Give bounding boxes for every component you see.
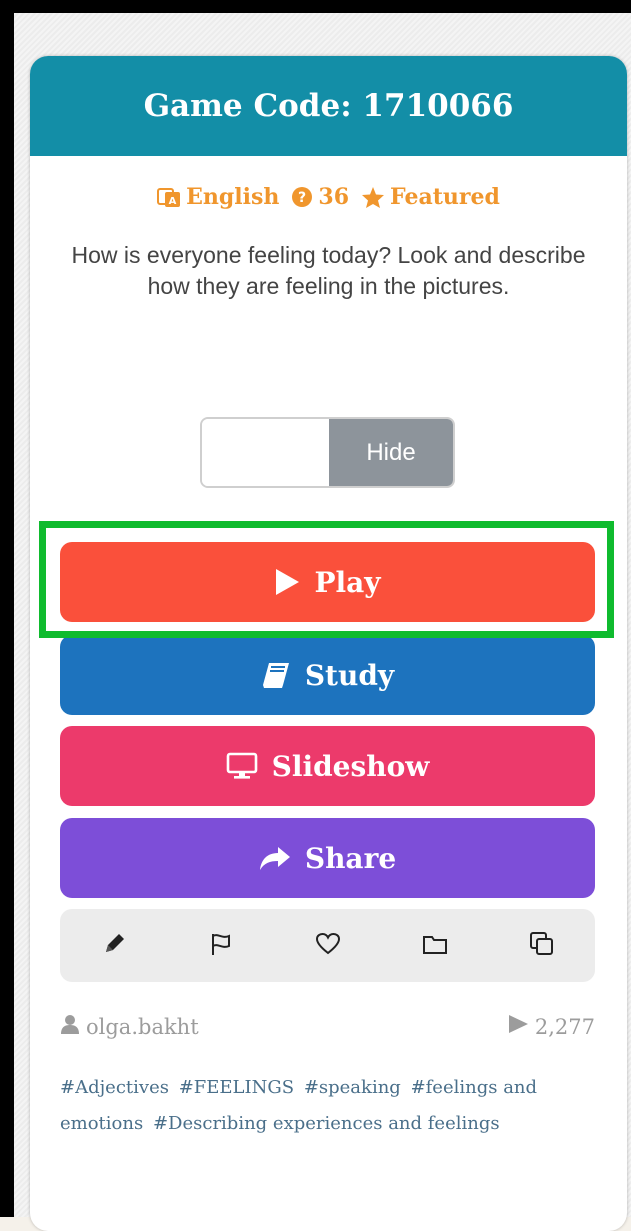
flag-icon <box>209 932 233 960</box>
game-footer: olga.bakht 2,277 <box>60 1013 595 1040</box>
pencil-icon <box>102 932 126 960</box>
game-code-header: Game Code: 1710066 <box>30 56 627 156</box>
author-name: olga.bakht <box>86 1014 199 1039</box>
question-circle-icon: ? <box>291 186 313 208</box>
slideshow-button[interactable]: Slideshow <box>60 726 595 806</box>
tag-list: #Adjectives #FEELINGS #speaking #feeling… <box>60 1070 570 1142</box>
favorite-button[interactable] <box>298 916 358 976</box>
svg-text:A: A <box>169 196 177 207</box>
folder-icon <box>422 933 448 959</box>
language-icon: A <box>157 186 181 208</box>
svg-text:?: ? <box>298 190 306 206</box>
slideshow-label: Slideshow <box>271 749 430 783</box>
game-code-title: Game Code: 1710066 <box>143 88 514 124</box>
play-count-value: 2,277 <box>534 1014 595 1039</box>
language-badge: A English <box>157 184 279 210</box>
toggle-hide-side[interactable]: Hide <box>329 419 453 486</box>
author-link[interactable]: olga.bakht <box>60 1014 199 1039</box>
play-count: 2,277 <box>507 1013 595 1040</box>
toggle-off-side[interactable] <box>202 419 329 486</box>
add-to-folder-button[interactable] <box>405 916 465 976</box>
game-card: Game Code: 1710066 A English ? 36 Featur… <box>30 56 627 1231</box>
copy-icon <box>529 931 555 961</box>
monitor-icon <box>226 752 258 780</box>
tag-link[interactable]: #FEELINGS <box>179 1077 294 1098</box>
tag-link[interactable]: #Adjectives <box>60 1077 169 1098</box>
star-icon <box>361 186 385 209</box>
play-button[interactable]: Play <box>60 542 595 622</box>
tag-link[interactable]: #Describing experiences and feelings <box>153 1113 500 1134</box>
hide-label: Hide <box>366 438 416 466</box>
book-icon <box>261 661 291 689</box>
action-toolbar <box>60 909 595 982</box>
language-label: English <box>186 184 280 210</box>
featured-badge: Featured <box>361 184 500 210</box>
featured-label: Featured <box>390 184 500 210</box>
copy-button[interactable] <box>512 916 572 976</box>
share-button[interactable]: Share <box>60 818 595 898</box>
share-icon <box>259 845 291 871</box>
share-label: Share <box>304 841 397 875</box>
study-button[interactable]: Study <box>60 635 595 715</box>
tag-link[interactable]: #speaking <box>304 1077 401 1098</box>
hide-toggle[interactable]: Hide <box>200 417 455 488</box>
report-button[interactable] <box>191 916 251 976</box>
game-description: How is everyone feeling today? Look and … <box>71 242 586 299</box>
study-label: Study <box>304 658 395 692</box>
user-icon <box>60 1014 80 1039</box>
play-label: Play <box>314 565 381 599</box>
edit-button[interactable] <box>84 916 144 976</box>
heart-icon <box>315 932 341 960</box>
plays-icon <box>507 1013 529 1040</box>
question-count: 36 <box>318 184 350 210</box>
question-count-badge: ? 36 <box>291 184 349 210</box>
play-icon <box>274 568 300 596</box>
game-meta: A English ? 36 Featured <box>30 184 627 210</box>
